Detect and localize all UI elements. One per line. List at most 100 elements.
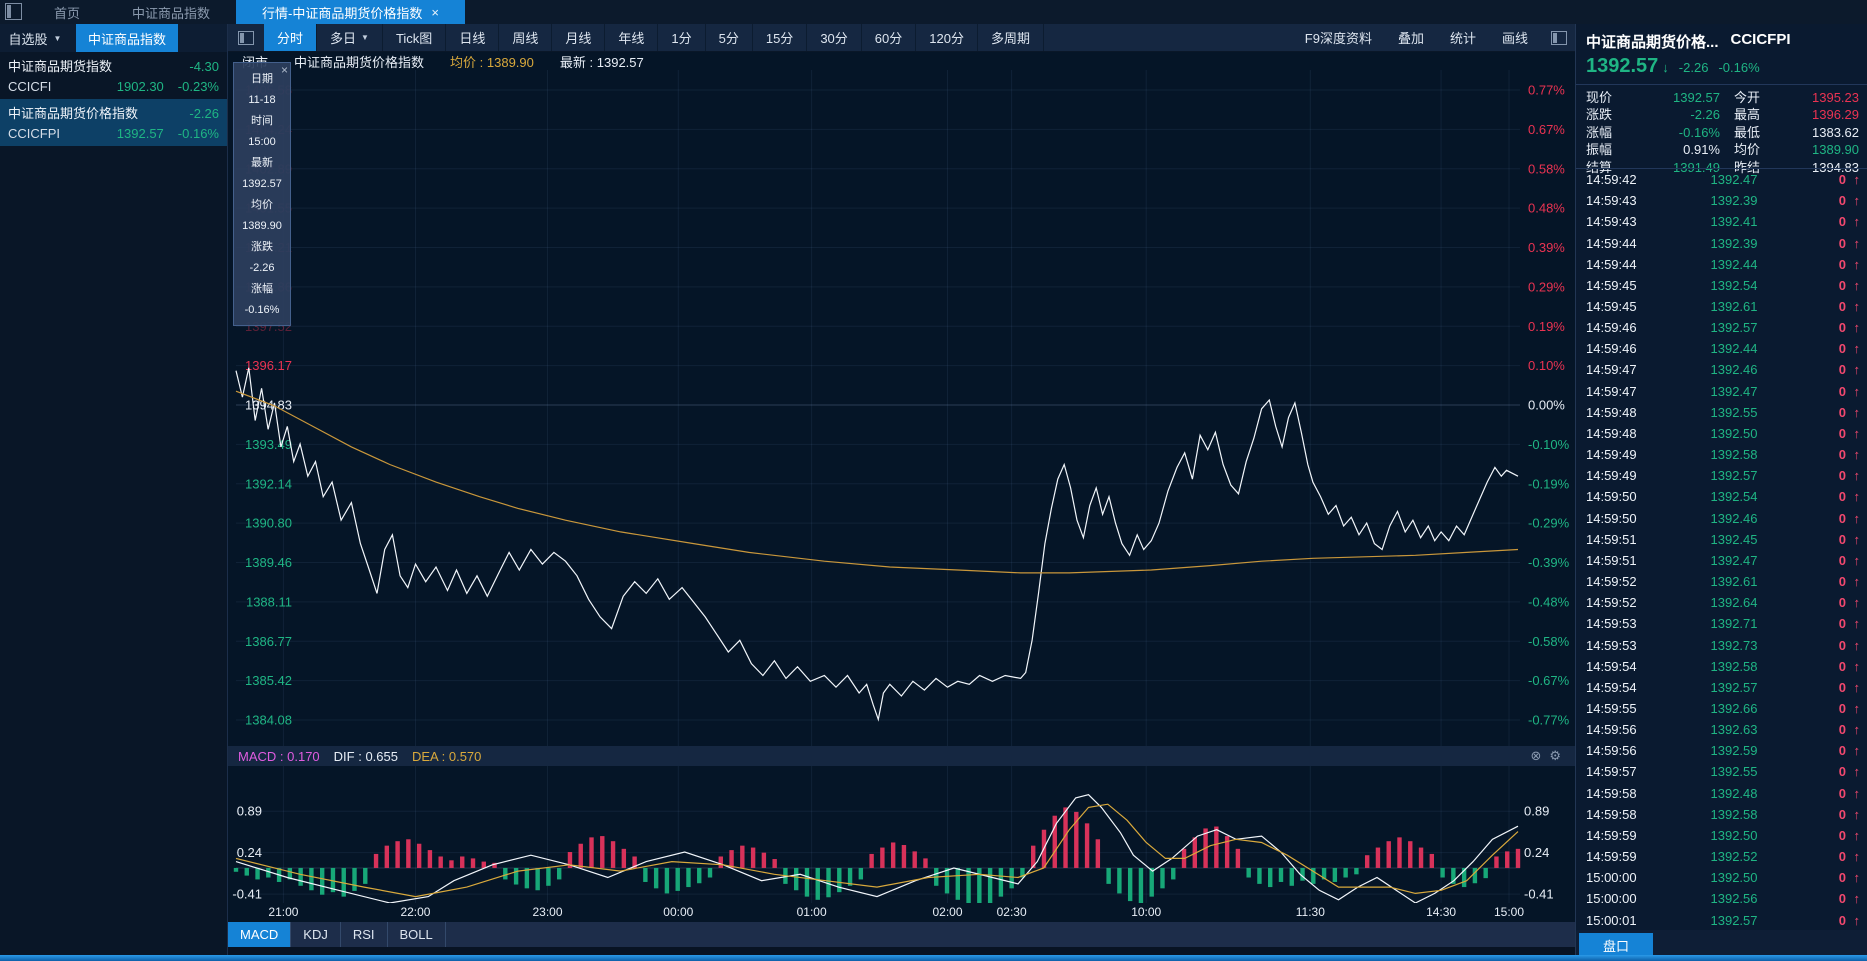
- price-axis-label: 1385.42: [245, 673, 292, 688]
- tick-row[interactable]: 15:00:001392.560↑: [1576, 888, 1867, 909]
- time-axis: 21:0022:0023:0000:0001:0002:0002:3010:00…: [228, 903, 1575, 922]
- tick-row[interactable]: 14:59:501392.460↑: [1576, 508, 1867, 529]
- percent-axis-label: -0.19%: [1528, 476, 1570, 491]
- tick-row[interactable]: 14:59:581392.480↑: [1576, 783, 1867, 804]
- tick-row[interactable]: 14:59:491392.580↑: [1576, 444, 1867, 465]
- tick-row[interactable]: 14:59:591392.500↑: [1576, 825, 1867, 846]
- tick-row[interactable]: 14:59:451392.610↑: [1576, 296, 1867, 317]
- tick-row[interactable]: 14:59:531392.730↑: [1576, 634, 1867, 655]
- period-button-1分[interactable]: 1分: [658, 24, 705, 51]
- tick-row[interactable]: 14:59:431392.390↑: [1576, 190, 1867, 211]
- period-button-15分[interactable]: 15分: [753, 24, 807, 51]
- tick-row[interactable]: 14:59:461392.440↑: [1576, 338, 1867, 359]
- tick-list[interactable]: 14:59:421392.470↑14:59:431392.390↑14:59:…: [1576, 168, 1867, 930]
- macd-histogram-bar: [1128, 868, 1132, 901]
- window-panel-icon[interactable]: [5, 3, 22, 20]
- tick-row[interactable]: 14:59:481392.500↑: [1576, 423, 1867, 444]
- tick-row[interactable]: 14:59:531392.710↑: [1576, 613, 1867, 634]
- macd-histogram-bar: [1279, 868, 1283, 882]
- close-circle-icon[interactable]: ⊗: [1530, 748, 1541, 764]
- price-chart[interactable]: 1405.580.77%1404.240.67%1402.890.58%1401…: [228, 70, 1575, 746]
- tick-row[interactable]: 15:00:011392.570↑: [1576, 909, 1867, 930]
- tick-row[interactable]: 14:59:551392.660↑: [1576, 698, 1867, 719]
- macd-histogram-bar: [1214, 827, 1218, 868]
- time-axis-label: 02:00: [924, 905, 972, 919]
- tick-row[interactable]: 14:59:451392.540↑: [1576, 275, 1867, 296]
- tick-row[interactable]: 14:59:521392.610↑: [1576, 571, 1867, 592]
- group-dropdown[interactable]: 自选股 ▼: [0, 24, 70, 52]
- up-arrow-icon: ↑: [1846, 870, 1860, 885]
- up-arrow-icon: ↑: [1846, 447, 1860, 462]
- tick-row[interactable]: 14:59:431392.410↑: [1576, 211, 1867, 232]
- tick-row[interactable]: 15:00:001392.500↑: [1576, 867, 1867, 888]
- tick-row[interactable]: 14:59:441392.390↑: [1576, 232, 1867, 253]
- period-button-日线[interactable]: 日线: [446, 24, 499, 51]
- tick-row[interactable]: 14:59:491392.570↑: [1576, 465, 1867, 486]
- tooltip-close-icon[interactable]: ×: [281, 63, 288, 77]
- tab-quote-active[interactable]: 行情-中证商品期货价格指数 ×: [236, 0, 465, 24]
- tool-button-统计[interactable]: 统计: [1437, 24, 1489, 51]
- expand-panel-icon[interactable]: [1551, 31, 1567, 45]
- tick-row[interactable]: 14:59:441392.440↑: [1576, 254, 1867, 275]
- close-tab-icon[interactable]: ×: [431, 5, 439, 20]
- percent-axis-label: 0.19%: [1528, 319, 1565, 334]
- tool-button-画线[interactable]: 画线: [1489, 24, 1541, 51]
- period-button-60分[interactable]: 60分: [862, 24, 916, 51]
- tick-row[interactable]: 14:59:501392.540↑: [1576, 486, 1867, 507]
- tick-row[interactable]: 14:59:581392.580↑: [1576, 804, 1867, 825]
- stock-code: CCICFI: [8, 77, 51, 97]
- tick-row[interactable]: 14:59:571392.550↑: [1576, 761, 1867, 782]
- tick-volume: 0: [1812, 468, 1846, 483]
- percent-axis-label: -0.67%: [1528, 673, 1570, 688]
- up-arrow-icon: ↑: [1846, 616, 1860, 631]
- gear-icon[interactable]: ⚙: [1549, 748, 1561, 764]
- tick-row[interactable]: 14:59:481392.550↑: [1576, 402, 1867, 423]
- indicator-tab-rsi[interactable]: RSI: [341, 922, 388, 947]
- tick-row[interactable]: 14:59:541392.580↑: [1576, 656, 1867, 677]
- indicator-tab-kdj[interactable]: KDJ: [291, 922, 341, 947]
- macd-axis-label: 0.24: [1524, 845, 1549, 860]
- collapse-panel-icon[interactable]: [238, 31, 254, 45]
- period-button-Tick图[interactable]: Tick图: [383, 24, 446, 51]
- period-button-5分[interactable]: 5分: [706, 24, 753, 51]
- tick-row[interactable]: 14:59:561392.630↑: [1576, 719, 1867, 740]
- period-button-30分[interactable]: 30分: [807, 24, 861, 51]
- macd-histogram-bar: [406, 839, 410, 868]
- period-button-多周期[interactable]: 多周期: [978, 24, 1044, 51]
- tick-row[interactable]: 14:59:511392.450↑: [1576, 529, 1867, 550]
- tool-button-叠加[interactable]: 叠加: [1385, 24, 1437, 51]
- tick-row[interactable]: 14:59:511392.470↑: [1576, 550, 1867, 571]
- tick-row[interactable]: 14:59:471392.460↑: [1576, 359, 1867, 380]
- chevron-down-icon: ▼: [361, 33, 369, 42]
- tab-home[interactable]: 首页: [28, 0, 106, 24]
- tick-time: 14:59:49: [1586, 468, 1656, 483]
- tick-row[interactable]: 14:59:521392.640↑: [1576, 592, 1867, 613]
- tick-volume: 0: [1812, 849, 1846, 864]
- tab-commodity-index[interactable]: 中证商品指数: [106, 0, 236, 24]
- macd-histogram-bar: [535, 868, 539, 890]
- period-button-分时[interactable]: 分时: [264, 24, 317, 51]
- watchlist-item[interactable]: 中证商品期货价格指数-2.26CCICFPI1392.57-0.16%: [0, 99, 227, 146]
- macd-chart[interactable]: 0.890.890.240.24-0.41-0.41: [228, 766, 1575, 903]
- watchlist: 中证商品期货指数-4.30CCICFI1902.30-0.23%中证商品期货价格…: [0, 52, 227, 146]
- period-button-月线[interactable]: 月线: [552, 24, 605, 51]
- tick-row[interactable]: 14:59:591392.520↑: [1576, 846, 1867, 867]
- watchlist-item[interactable]: 中证商品期货指数-4.30CCICFI1902.30-0.23%: [0, 52, 227, 99]
- tick-volume: 0: [1812, 257, 1846, 272]
- period-button-多日[interactable]: 多日▼: [317, 24, 383, 51]
- tool-button-F9深度资料[interactable]: F9深度资料: [1292, 24, 1385, 51]
- tick-row[interactable]: 14:59:541392.570↑: [1576, 677, 1867, 698]
- tick-row[interactable]: 14:59:471392.470↑: [1576, 381, 1867, 402]
- tooltip-label: 涨跌: [234, 237, 290, 258]
- indicator-tab-macd[interactable]: MACD: [228, 922, 291, 947]
- tick-row[interactable]: 14:59:421392.470↑: [1576, 169, 1867, 190]
- tick-row[interactable]: 14:59:561392.590↑: [1576, 740, 1867, 761]
- period-button-年线[interactable]: 年线: [605, 24, 658, 51]
- price-axis-label: 1392.14: [245, 476, 292, 491]
- period-button-120分[interactable]: 120分: [916, 24, 978, 51]
- tick-row[interactable]: 14:59:461392.570↑: [1576, 317, 1867, 338]
- indicator-tab-boll[interactable]: BOLL: [388, 922, 446, 947]
- sidebar-tab-commodity-index[interactable]: 中证商品指数: [76, 24, 178, 52]
- tooltip-label: 均价: [234, 195, 290, 216]
- period-button-周线[interactable]: 周线: [499, 24, 552, 51]
